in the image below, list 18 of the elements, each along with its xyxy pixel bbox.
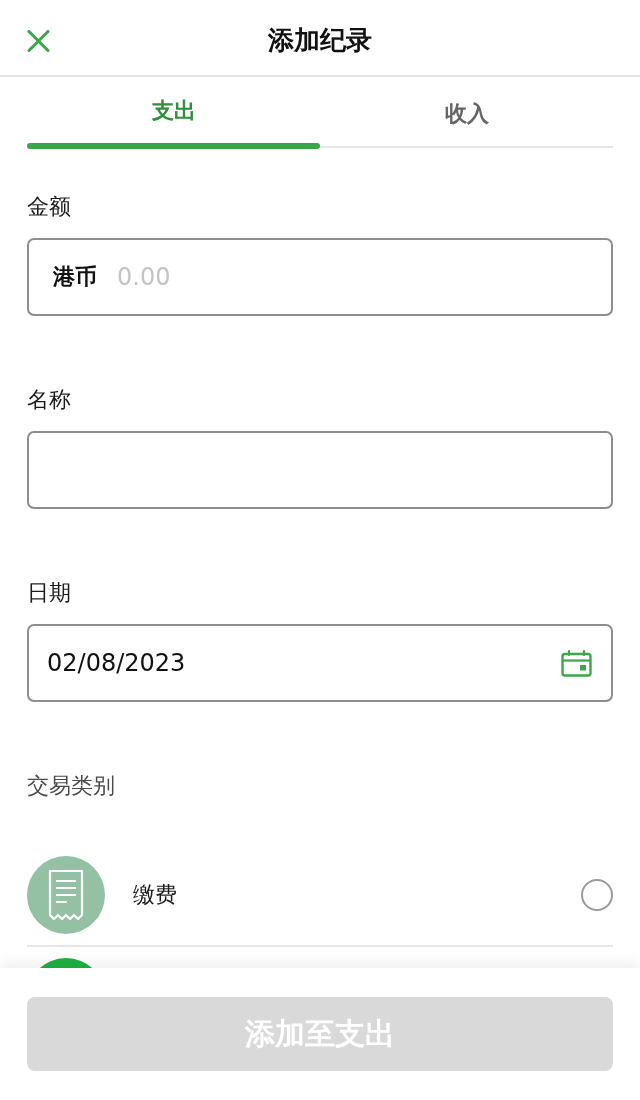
field-label: 名称 [27,386,71,414]
section-label: 交易类别 [27,772,115,800]
amount-field[interactable]: 港币 0.00 [27,238,613,316]
calendar-icon[interactable] [561,649,592,677]
date-input[interactable]: 02/08/2023 [47,649,561,677]
close-icon[interactable] [27,29,50,52]
amount-input[interactable]: 0.00 [117,263,611,291]
radio-button[interactable] [581,879,613,911]
screen-title: 添加纪录 [268,24,372,57]
field-label: 日期 [27,579,71,607]
category-label: 缴费 [133,881,178,909]
field-label: 金额 [27,193,71,221]
currency-label: 港币 [53,263,97,291]
tab[interactable]: 收入 [320,77,613,149]
tab[interactable]: 支出 [27,77,320,149]
name-field[interactable] [27,431,613,509]
date-field[interactable]: 02/08/2023 [27,624,613,702]
receipt-icon [48,869,84,921]
